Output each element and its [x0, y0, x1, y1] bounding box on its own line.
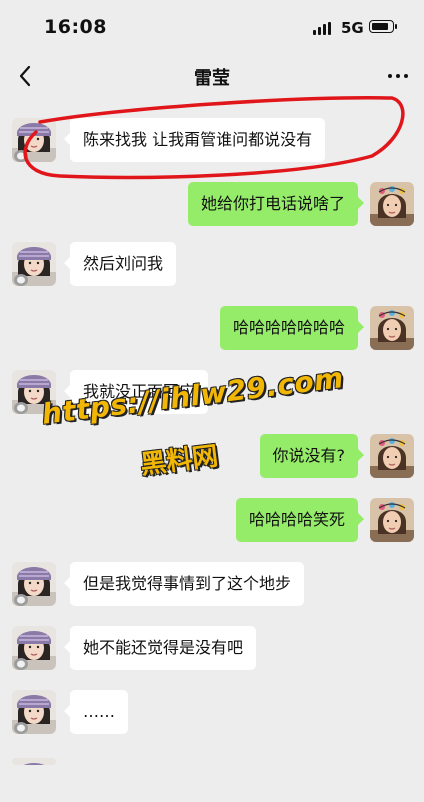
message-bubble[interactable]: 然后刘问我	[63, 242, 177, 286]
message-row: 哈哈哈哈笑死	[0, 498, 424, 542]
contact-avatar[interactable]	[12, 758, 56, 765]
network-type: 5G	[341, 19, 364, 37]
message-bubble[interactable]: 我就没正面回应	[63, 370, 209, 414]
status-time: 16:08	[44, 16, 107, 38]
contact-avatar[interactable]	[12, 118, 56, 162]
message-bubble[interactable]: 陈来找我 让我甭管谁问都说没有	[63, 118, 326, 162]
contact-avatar[interactable]	[12, 242, 56, 286]
contact-avatar[interactable]	[12, 626, 56, 670]
my-avatar[interactable]	[370, 434, 414, 478]
my-avatar[interactable]	[370, 182, 414, 226]
chat-area[interactable]: 陈来找我 让我甭管谁问都说没有 她给你打电话说啥了 然后刘问我 哈哈哈哈哈哈哈 …	[0, 100, 424, 765]
status-bar: 16:08 5G	[0, 0, 424, 52]
message-row: 但是我觉得事情到了这个地步	[0, 562, 424, 606]
my-avatar[interactable]	[370, 498, 414, 542]
message-row: 然后刘问我	[0, 242, 424, 286]
message-row: 陈来找我 让我甭管谁问都说没有	[0, 118, 424, 162]
message-bubble[interactable]: 但是我觉得事情到了这个地步	[63, 562, 305, 606]
message-bubble[interactable]: 她不能还觉得是没有吧	[63, 626, 257, 670]
message-row: 我就没正面回应	[0, 370, 424, 414]
nav-bar: 雷莹	[0, 52, 424, 101]
contact-avatar[interactable]	[12, 562, 56, 606]
message-row: ……	[0, 690, 424, 734]
message-bubble[interactable]: 你说没有?	[259, 434, 364, 478]
contact-avatar[interactable]	[12, 690, 56, 734]
more-button[interactable]	[386, 66, 410, 86]
message-bubble[interactable]: 哈哈哈哈笑死	[235, 498, 365, 542]
message-row: 哈哈哈哈哈哈哈	[0, 306, 424, 350]
signal-icon	[313, 22, 335, 35]
message-row: 她不能还觉得是没有吧	[0, 626, 424, 670]
more-dots-icon	[388, 74, 392, 78]
my-avatar[interactable]	[370, 306, 414, 350]
message-bubble[interactable]: ……	[64, 690, 128, 734]
message-bubble[interactable]: 她给你打电话说啥了	[187, 182, 365, 226]
battery-level	[372, 23, 389, 30]
battery-icon	[369, 20, 397, 33]
message-row: 她给你打电话说啥了	[0, 182, 424, 226]
chat-title: 雷莹	[194, 68, 230, 89]
contact-avatar[interactable]	[12, 370, 56, 414]
message-row: 你说没有?	[0, 434, 424, 478]
message-bubble[interactable]: 哈哈哈哈哈哈哈	[219, 306, 365, 350]
